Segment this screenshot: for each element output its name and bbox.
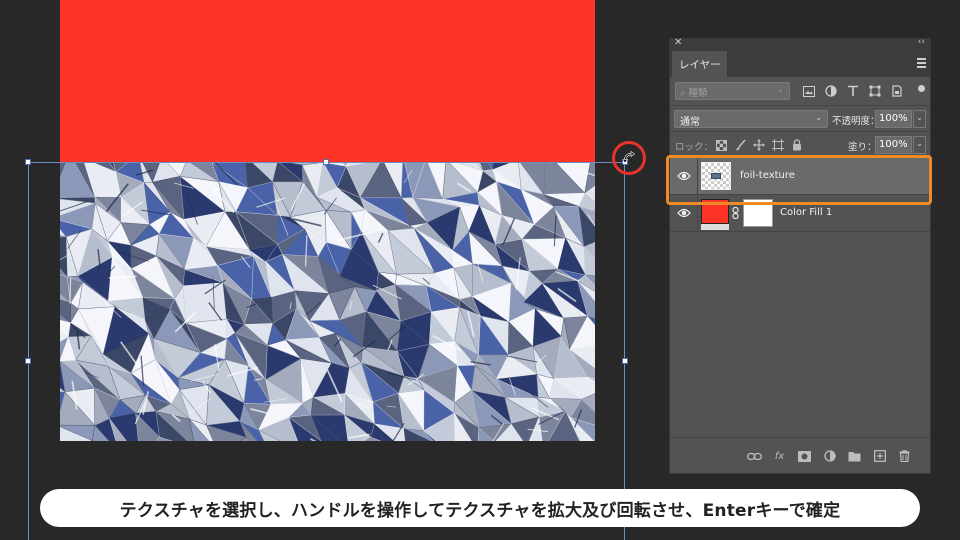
color-fill-area [60, 0, 595, 162]
eye-icon[interactable] [677, 170, 691, 182]
link-layers-icon[interactable] [747, 449, 762, 463]
new-layer-icon[interactable] [872, 449, 887, 463]
transform-handle-top-center[interactable] [323, 159, 329, 165]
fill-layer-badge-icon [701, 224, 729, 230]
layer-row-foil-texture[interactable]: foil-texture [670, 158, 930, 195]
layer-mask-thumbnail[interactable] [743, 199, 773, 227]
smartobject-badge-icon [711, 173, 721, 179]
tab-layers[interactable]: レイヤー [672, 51, 727, 77]
opacity-field[interactable]: 100% [875, 110, 912, 128]
blend-mode-value: 通常 [680, 117, 700, 128]
add-mask-icon[interactable] [797, 449, 812, 463]
rotate-cursor-icon [623, 151, 636, 164]
layer-list: foil-texture Color Fill 1 [670, 157, 930, 232]
instruction-caption: テクスチャを選択し、ハンドルを操作してテクスチャを拡大及び回転させ、Enterキ… [40, 489, 920, 527]
adjustment-layer-icon[interactable] [822, 449, 837, 463]
lock-label: ロック： [675, 142, 714, 153]
fx-icon[interactable]: fx [772, 449, 787, 463]
close-panel-icon[interactable]: ✕ [674, 37, 682, 48]
layer-name[interactable]: foil-texture [740, 170, 795, 181]
eye-icon[interactable] [677, 207, 691, 219]
lock-all-icon[interactable] [790, 137, 804, 153]
transform-handle-middle-left[interactable] [25, 358, 31, 364]
collapse-panel-icon[interactable]: ‹‹ [918, 37, 925, 47]
blend-row: 通常 ⌄ 不透明度： 100% ⌄ [670, 105, 930, 131]
opacity-label: 不透明度： [832, 116, 880, 127]
opacity-dropdown-icon[interactable]: ⌄ [913, 110, 926, 128]
document-canvas[interactable] [0, 0, 668, 540]
layer-row-color-fill[interactable]: Color Fill 1 [670, 195, 930, 232]
layer-thumbnail-smartobject[interactable] [701, 162, 731, 190]
delete-icon[interactable] [897, 449, 912, 463]
layers-panel-footer: fx [670, 437, 930, 473]
search-icon: ⌕ [680, 88, 686, 99]
chevron-down-icon: ⌄ [777, 85, 784, 94]
smartobject-filter-icon[interactable] [889, 83, 905, 99]
lock-image-icon[interactable] [733, 137, 747, 153]
chevron-down-icon: ⌄ [815, 113, 822, 122]
panel-title-strip: ✕ ‹‹ [670, 37, 930, 51]
layer-kind-filter[interactable]: ⌕ 種類 ⌄ [675, 82, 790, 100]
layer-divider [697, 195, 698, 231]
lock-transparent-icon[interactable] [714, 137, 728, 153]
panel-tab-bar: レイヤー [670, 51, 930, 77]
lock-position-icon[interactable] [752, 137, 766, 153]
transform-handle-top-left[interactable] [25, 159, 31, 165]
adjustment-filter-icon[interactable] [823, 83, 839, 99]
fill-field[interactable]: 100% [875, 136, 912, 154]
layer-filter-row: ⌕ 種類 ⌄ [670, 77, 930, 105]
link-chain-icon[interactable] [732, 207, 739, 219]
transform-handle-middle-right[interactable] [622, 358, 628, 364]
filter-placeholder: 種類 [688, 88, 708, 99]
rotate-handle-highlight [612, 141, 646, 175]
image-filter-icon[interactable] [801, 83, 817, 99]
panel-menu-icon[interactable] [917, 58, 926, 70]
shape-filter-icon[interactable] [867, 83, 883, 99]
lock-artboard-icon[interactable] [771, 137, 785, 153]
fill-label: 塗り： [848, 142, 877, 153]
blend-mode-select[interactable]: 通常 ⌄ [674, 110, 828, 128]
layer-divider [697, 158, 698, 194]
layer-name[interactable]: Color Fill 1 [780, 207, 832, 218]
layer-thumbnail-color-fill[interactable] [701, 199, 729, 224]
fill-dropdown-icon[interactable]: ⌄ [913, 136, 926, 154]
type-filter-icon[interactable] [845, 83, 861, 99]
new-group-icon[interactable] [847, 449, 862, 463]
filter-toggle-icon[interactable] [918, 85, 925, 92]
transform-bounding-box[interactable] [28, 162, 625, 540]
lock-row: ロック： 塗り： 100% ⌄ [670, 131, 930, 157]
layers-panel: ✕ ‹‹ レイヤー ⌕ 種類 ⌄ 通常 ⌄ 不透明度： 100% ⌄ ロック： … [669, 37, 931, 474]
